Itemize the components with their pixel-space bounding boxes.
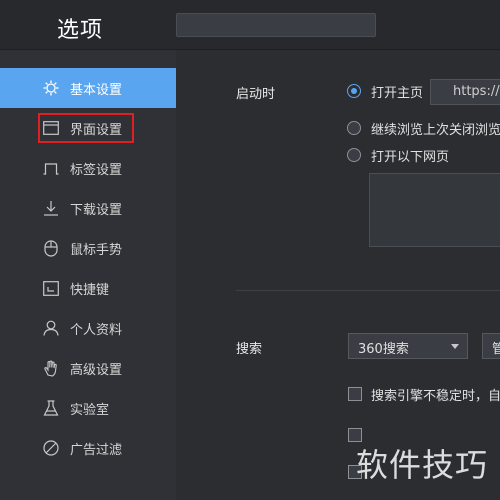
startup-pages-list[interactable] (369, 173, 500, 247)
page-title: 选项 (57, 18, 104, 43)
sidebar-item-basic-settings[interactable]: 基本设置 (0, 68, 176, 108)
sidebar-item-lab[interactable]: 实验室 (0, 388, 176, 428)
flask-icon (42, 399, 60, 417)
sidebar-item-advanced-settings[interactable]: 高级设置 (0, 348, 176, 388)
download-icon (42, 199, 60, 217)
startup-homepage-radio[interactable] (347, 84, 361, 98)
search-fallback-checkbox[interactable] (348, 387, 362, 401)
tab-icon (42, 159, 60, 177)
sidebar-item-download-settings[interactable]: 下载设置 (0, 188, 176, 228)
hand-icon (42, 359, 60, 377)
gear-icon (42, 79, 60, 97)
block-icon (42, 439, 60, 457)
startup-label: 启动时 (236, 87, 276, 102)
sidebar-item-tab-settings[interactable]: 标签设置 (0, 148, 176, 188)
startup-option-label: 继续浏览上次关闭浏览 (371, 123, 500, 138)
user-icon (42, 319, 60, 337)
startup-pages-radio[interactable] (347, 148, 361, 162)
mouse-icon (42, 239, 60, 257)
manage-engines-button[interactable]: 管 (482, 333, 500, 359)
sidebar-item-shortcuts[interactable]: 快捷键 (0, 268, 176, 308)
sidebar-item-label: 个人资料 (70, 323, 123, 338)
startup-restore-radio[interactable] (347, 121, 361, 135)
search-input[interactable] (176, 13, 376, 37)
sidebar-item-label: 广告过滤 (70, 443, 123, 458)
startup-option-label: 打开以下网页 (371, 150, 450, 165)
title-bar: 选项 (0, 0, 500, 50)
sidebar-item-label: 高级设置 (70, 363, 123, 378)
watermark: 软件技巧 (356, 446, 489, 484)
search-fallback-label: 搜索引擎不稳定时，自 (371, 389, 500, 404)
section-divider (236, 290, 500, 291)
sidebar-item-profile[interactable]: 个人资料 (0, 308, 176, 348)
search-engine-select[interactable]: 360搜索 (348, 333, 468, 359)
sidebar-item-label: 标签设置 (70, 163, 123, 178)
sidebar-item-ad-filter[interactable]: 广告过滤 (0, 428, 176, 468)
chevron-down-icon (451, 344, 459, 349)
highlight-box (38, 113, 134, 143)
search-engine-value: 360搜索 (358, 342, 409, 357)
sidebar-item-mouse-gestures[interactable]: 鼠标手势 (0, 228, 176, 268)
sidebar-item-label: 下载设置 (70, 203, 123, 218)
startup-option-label: 打开主页 (371, 86, 424, 101)
sidebar-item-label: 基本设置 (70, 83, 123, 98)
settings-panel (176, 50, 500, 500)
homepage-url-input[interactable]: https://h (430, 79, 500, 105)
keyboard-icon (42, 279, 60, 297)
sidebar-item-label: 实验室 (70, 403, 110, 418)
search-label: 搜索 (236, 342, 263, 357)
sidebar-item-label: 鼠标手势 (70, 243, 123, 258)
sidebar-item-label: 快捷键 (70, 283, 110, 298)
